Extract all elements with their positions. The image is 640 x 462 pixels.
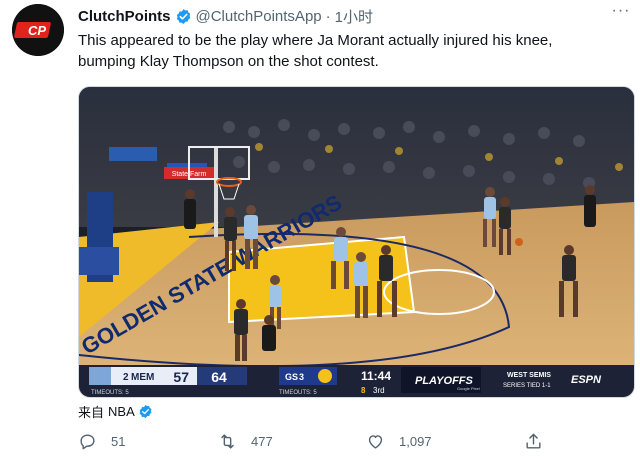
home-seed: GS (285, 372, 298, 382)
source-verified-icon (139, 404, 152, 419)
series-status: SERIES TIED 1-1 (503, 383, 551, 389)
reply-icon (80, 434, 95, 450)
tweet-text-line-2: bumping Klay Thompson on the shot contes… (78, 53, 379, 70)
like-button[interactable]: 1,097 (366, 432, 432, 451)
espn-logo: ESPN (571, 374, 602, 386)
heart-icon (368, 435, 383, 449)
retweet-icon (221, 434, 234, 449)
tweet-actions: 51 477 1,097 (78, 432, 548, 458)
media-source[interactable]: 来自 NBA (78, 402, 153, 421)
clutchpoints-logo: CP (12, 4, 64, 56)
tweet-timestamp[interactable]: 1小时 (335, 6, 373, 27)
home-timeouts: TIMEOUTS: 5 (279, 390, 317, 396)
avatar[interactable]: CP (12, 4, 64, 56)
source-prefix: 来自 (78, 405, 105, 420)
embedded-video[interactable]: State Farm GOLDEN STATE WARRIORS 2 MEM 5… (78, 86, 635, 398)
away-score: 57 (173, 369, 189, 385)
game-clock: 11:44 (361, 369, 391, 383)
tweet-text: This appeared to be the play where Ja Mo… (78, 30, 618, 72)
verified-badge-icon (176, 8, 190, 24)
home-score: 64 (211, 369, 227, 385)
series-round: WEST SEMIS (507, 372, 551, 379)
separator-dot: · (325, 7, 331, 25)
retweet-count: 477 (251, 434, 273, 449)
author-handle[interactable]: @ClutchPointsApp (196, 8, 322, 25)
tweet-text-line-1: This appeared to be the play where Ja Mo… (78, 32, 553, 49)
away-timeouts: TIMEOUTS: 5 (91, 390, 129, 396)
sponsor-text: Google Pixel (457, 386, 480, 391)
video-frame: State Farm GOLDEN STATE WARRIORS 2 MEM 5… (79, 87, 634, 397)
home-seed-num: 3 (299, 372, 304, 382)
like-count: 1,097 (399, 434, 432, 449)
quarter: 3rd (373, 386, 385, 395)
tweet-header: ClutchPoints @ClutchPointsApp · 1小时 (78, 6, 630, 26)
away-team: MEM (131, 372, 154, 383)
avatar-text: CP (28, 23, 46, 38)
shot-clock: 8 (361, 386, 366, 395)
reply-button[interactable]: 51 (78, 432, 125, 451)
author-name[interactable]: ClutchPoints (78, 8, 171, 25)
share-icon (526, 433, 541, 449)
scorebug: 2 MEM 57 64 GS 3 TIMEOUTS: 5 TIMEOUTS: 5… (79, 365, 634, 397)
reply-count: 51 (111, 434, 126, 449)
more-options-icon[interactable]: ··· (610, 3, 632, 22)
away-seed: 2 (123, 372, 129, 383)
retweet-button[interactable]: 477 (218, 432, 273, 451)
share-button[interactable] (524, 432, 557, 451)
source-name[interactable]: NBA (108, 404, 135, 419)
